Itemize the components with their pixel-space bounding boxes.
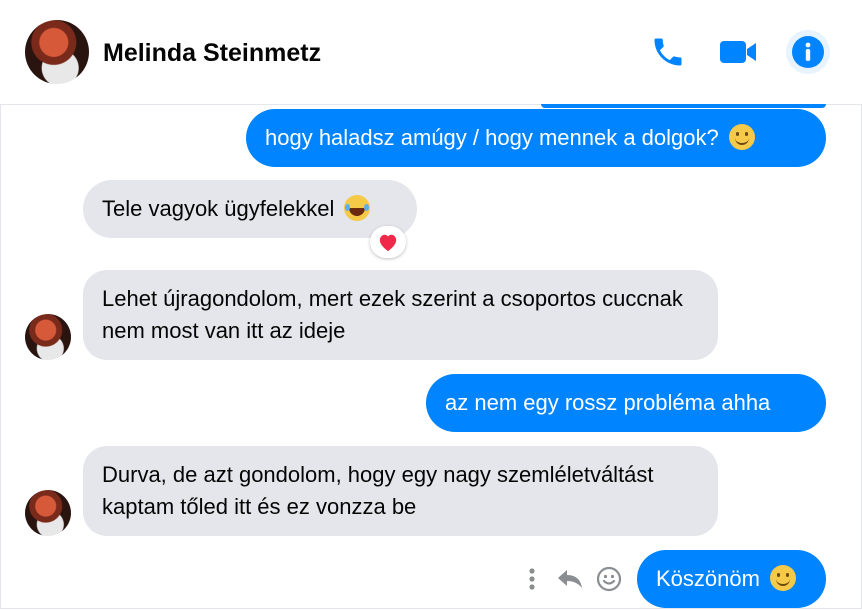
message-text: az nem egy rossz probléma ahha	[445, 390, 771, 415]
message-bubble-outgoing[interactable]: hogy haladsz amúgy / hogy mennek a dolgo…	[246, 109, 826, 167]
slightly-smiling-face-icon	[728, 124, 755, 150]
react-icon[interactable]	[596, 564, 622, 594]
contact-avatar-small	[25, 490, 71, 536]
video-camera-icon[interactable]	[716, 30, 760, 74]
message-text: hogy haladsz amúgy / hogy mennek a dolgo…	[265, 125, 719, 150]
tears-of-joy-face-icon	[344, 195, 371, 221]
message-bubble-outgoing[interactable]: az nem egy rossz probléma ahha	[426, 374, 826, 432]
message-bubble-incoming[interactable]: Tele vagyok ügyfelekkel	[83, 180, 417, 238]
more-icon[interactable]	[522, 564, 542, 594]
previous-message-edge	[541, 104, 826, 108]
message-text: Lehet újragondolom, mert ezek szerint a …	[102, 286, 683, 343]
message-bubble-incoming[interactable]: Durva, de azt gondolom, hogy egy nagy sz…	[83, 446, 718, 536]
chat-header: Melinda Steinmetz	[0, 0, 862, 105]
phone-icon[interactable]	[646, 30, 690, 74]
contact-name[interactable]: Melinda Steinmetz	[103, 37, 321, 69]
message-bubble-incoming[interactable]: Lehet újragondolom, mert ezek szerint a …	[83, 270, 718, 360]
info-icon[interactable]	[786, 30, 830, 74]
heart-reaction-icon[interactable]	[370, 226, 406, 258]
contact-avatar[interactable]	[25, 20, 89, 84]
slightly-smiling-face-icon	[770, 565, 797, 591]
message-bubble-outgoing[interactable]: Köszönöm	[637, 550, 826, 608]
contact-avatar-small	[25, 314, 71, 360]
reply-icon[interactable]	[556, 564, 584, 594]
message-text: Köszönöm	[656, 566, 760, 591]
message-text: Durva, de azt gondolom, hogy egy nagy sz…	[102, 462, 654, 519]
message-text: Tele vagyok ügyfelekkel	[102, 196, 335, 221]
